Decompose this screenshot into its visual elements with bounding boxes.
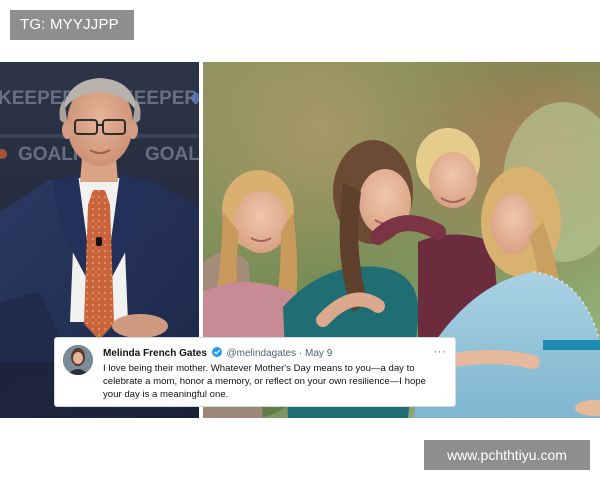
tweet-text: I love being their mother. Whatever Moth… xyxy=(103,363,426,400)
verified-check-icon xyxy=(211,347,222,357)
tweet-handle[interactable]: @melindagates xyxy=(226,348,296,359)
tweet-display-name[interactable]: Melinda French Gates xyxy=(103,348,207,359)
watermark-url-bottom: www.pchthtiyu.com xyxy=(424,440,590,470)
watermark-tag-top: TG: MYYJJPP xyxy=(10,10,134,40)
avatar[interactable] xyxy=(63,345,93,375)
more-options-icon[interactable]: ··· xyxy=(434,345,447,359)
tweet-date[interactable]: May 9 xyxy=(305,348,332,359)
tweet-card[interactable]: Melinda French Gates @melindagates · May… xyxy=(54,337,456,407)
tweet-header: Melinda French Gates @melindagates · May… xyxy=(103,347,431,361)
backdrop-text-4: GOALKEE xyxy=(145,144,199,165)
tweet-separator: · xyxy=(298,348,303,359)
